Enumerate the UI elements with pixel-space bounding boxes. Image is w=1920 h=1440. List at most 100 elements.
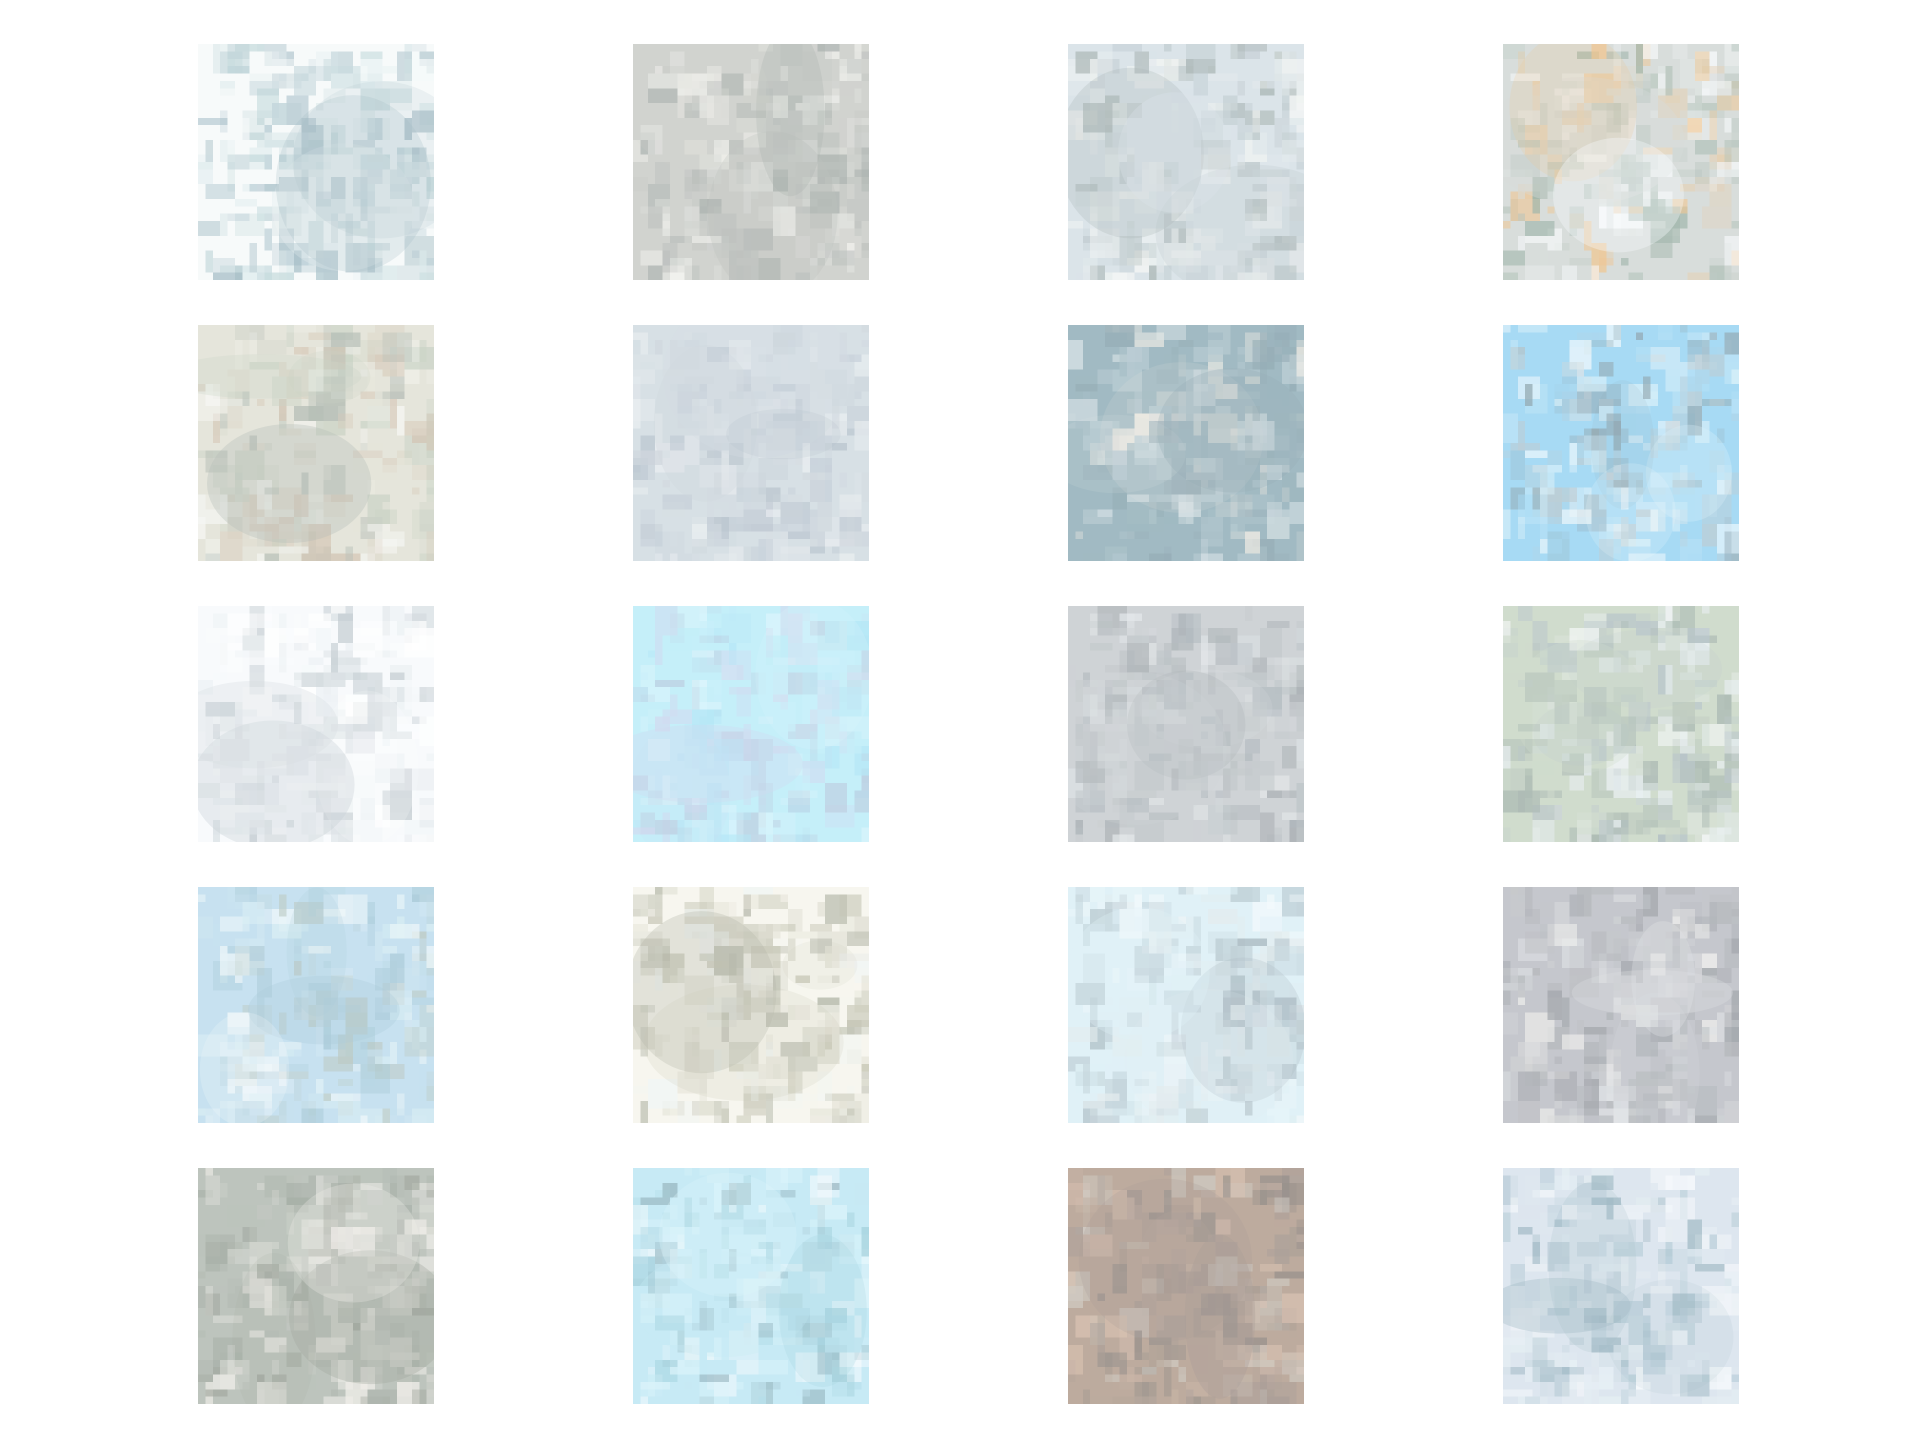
pixel-block [1702, 206, 1732, 229]
pixel-block [1274, 1197, 1290, 1213]
pixel-block [1090, 887, 1105, 902]
pixel-block [721, 650, 751, 680]
pixel-block [1539, 516, 1548, 547]
pixel-block [1731, 812, 1739, 828]
pixel-block [736, 606, 744, 614]
pixel-block [1539, 1381, 1555, 1404]
pixel-block [1702, 1396, 1732, 1404]
pixel-block [662, 479, 670, 488]
pixel-block [212, 613, 228, 629]
pixel-block [1097, 1175, 1105, 1205]
pixel-block [1208, 887, 1238, 895]
pixel-block [249, 73, 272, 89]
pixel-art-sample [1068, 606, 1304, 842]
pixel-block [1510, 347, 1526, 370]
pixel-block [1569, 1352, 1592, 1360]
pixel-block [249, 413, 257, 429]
pixel-block [1665, 887, 1695, 895]
pixel-block [411, 435, 427, 443]
pixel-block [411, 465, 434, 480]
pixel-block [684, 657, 700, 673]
pixel-block [1694, 1263, 1725, 1272]
pixel-block [1702, 783, 1710, 791]
pixel-block [714, 650, 722, 665]
pixel-block [338, 1078, 353, 1087]
pixel-block [426, 946, 434, 969]
pixel-block [640, 1396, 648, 1404]
pixel-art-sample [198, 44, 434, 280]
pixel-block [426, 428, 434, 451]
pixel-block [839, 916, 869, 932]
pixel-block [1267, 1278, 1290, 1286]
pixel-block [1694, 198, 1703, 221]
pixel-block [257, 51, 272, 67]
pixel-block [397, 834, 405, 842]
pixel-block [1127, 635, 1150, 643]
pixel-block [1694, 51, 1710, 81]
pixel-block [1554, 398, 1562, 407]
pixel-block [655, 635, 663, 665]
pixel-block [301, 1108, 324, 1123]
pixel-block [1525, 265, 1555, 280]
pixel-block [1090, 58, 1098, 81]
pixel-art-sample [1503, 325, 1739, 561]
pixel-block [640, 665, 656, 688]
pixel-block [1539, 1168, 1555, 1191]
pixel-block [1208, 509, 1231, 517]
pixel-block [861, 73, 869, 81]
pixel-block [810, 753, 825, 769]
pixel-block [367, 916, 375, 946]
pixel-block [839, 494, 862, 517]
pixel-block [1156, 325, 1186, 340]
pixel-block [227, 206, 257, 214]
pixel-block [736, 1381, 744, 1390]
sample-image-tile [1503, 887, 1739, 1123]
pixel-block [1090, 1315, 1105, 1345]
pixel-block [1090, 1115, 1120, 1123]
pixel-block [411, 58, 434, 81]
pixel-block [846, 1086, 855, 1094]
pixel-block [411, 250, 420, 258]
pixel-block [1289, 819, 1304, 828]
pixel-block [1503, 1389, 1533, 1397]
pixel-block [1650, 347, 1680, 370]
pixel-block [1090, 642, 1113, 651]
pixel-art-sample [1503, 1168, 1739, 1404]
pixel-block [839, 154, 869, 185]
pixel-block [1731, 990, 1739, 1020]
pixel-block [1694, 916, 1710, 924]
pixel-block [1584, 1175, 1592, 1183]
pixel-block [257, 613, 272, 629]
pixel-block [1525, 384, 1533, 407]
pixel-block [1724, 1071, 1732, 1087]
pixel-block [1576, 376, 1607, 392]
pixel-block [832, 546, 840, 554]
pixel-block [1621, 257, 1629, 266]
pixel-block [1591, 805, 1599, 813]
pixel-block [1576, 435, 1585, 466]
pixel-block [419, 272, 434, 280]
pixel-block [780, 1190, 796, 1198]
pixel-block [198, 1271, 206, 1279]
pixel-block [1289, 95, 1304, 118]
pixel-block [839, 894, 862, 917]
pixel-block [1252, 1182, 1282, 1191]
pixel-block [1576, 1381, 1585, 1397]
pixel-block [647, 650, 656, 658]
pixel-block [419, 716, 434, 747]
pixel-block [323, 1396, 353, 1404]
pixel-block [426, 753, 434, 761]
pixel-block [1068, 1027, 1098, 1042]
pixel-block [1068, 1374, 1091, 1382]
pixel-block [220, 1182, 228, 1198]
pixel-block [271, 243, 280, 266]
pixel-block [1591, 1367, 1599, 1382]
pixel-block [1525, 465, 1548, 488]
pixel-block [854, 420, 869, 451]
pixel-block [780, 531, 788, 539]
pixel-block [1222, 768, 1231, 798]
pixel-block [1296, 472, 1304, 488]
pixel-block [1230, 44, 1245, 59]
pixel-block [1539, 901, 1555, 917]
pixel-block [1635, 760, 1651, 776]
